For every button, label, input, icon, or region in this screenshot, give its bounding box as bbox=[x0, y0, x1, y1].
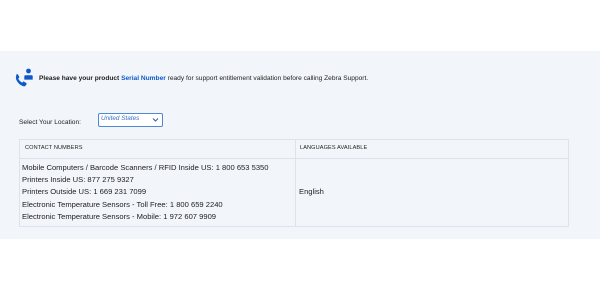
contact-number: Printers Inside US: 877 275 9327 bbox=[22, 175, 134, 185]
table-header-row: CONTACT NUMBERS LANGUAGES AVAILABLE bbox=[20, 140, 568, 159]
notice-prefix: Please have your product bbox=[39, 74, 122, 82]
contact-number: Printers Outside US: 1 669 231 7099 bbox=[22, 187, 147, 197]
location-label: Select Your Location: bbox=[19, 119, 81, 126]
phone-support-icon bbox=[15, 68, 33, 87]
column-divider bbox=[295, 140, 296, 226]
support-panel: Please have your product Serial Number r… bbox=[0, 51, 600, 239]
contact-numbers-cell: Mobile Computers / Barcode Scanners / RF… bbox=[22, 162, 294, 223]
serial-number-notice: Please have your product Serial Number r… bbox=[13, 66, 368, 90]
chevron-down-icon bbox=[152, 118, 159, 122]
notice-suffix: ready for support entitlement validation… bbox=[165, 74, 369, 82]
contact-table: CONTACT NUMBERS LANGUAGES AVAILABLE Mobi… bbox=[19, 139, 569, 227]
header-contact-numbers: CONTACT NUMBERS bbox=[25, 145, 83, 151]
contact-number: Electronic Temperature Sensors - Mobile:… bbox=[22, 211, 217, 221]
header-languages-available: LANGUAGES AVAILABLE bbox=[300, 145, 368, 151]
serial-number-link[interactable]: Serial Number bbox=[121, 75, 166, 82]
contact-number: Electronic Temperature Sensors - Toll Fr… bbox=[22, 199, 223, 209]
location-select[interactable]: United States bbox=[98, 113, 163, 127]
notice-text: Please have your product Serial Number r… bbox=[39, 75, 368, 82]
location-selected-value: United States bbox=[101, 115, 140, 122]
language-cell: English bbox=[299, 187, 324, 196]
contact-number: Mobile Computers / Barcode Scanners / RF… bbox=[22, 163, 269, 172]
